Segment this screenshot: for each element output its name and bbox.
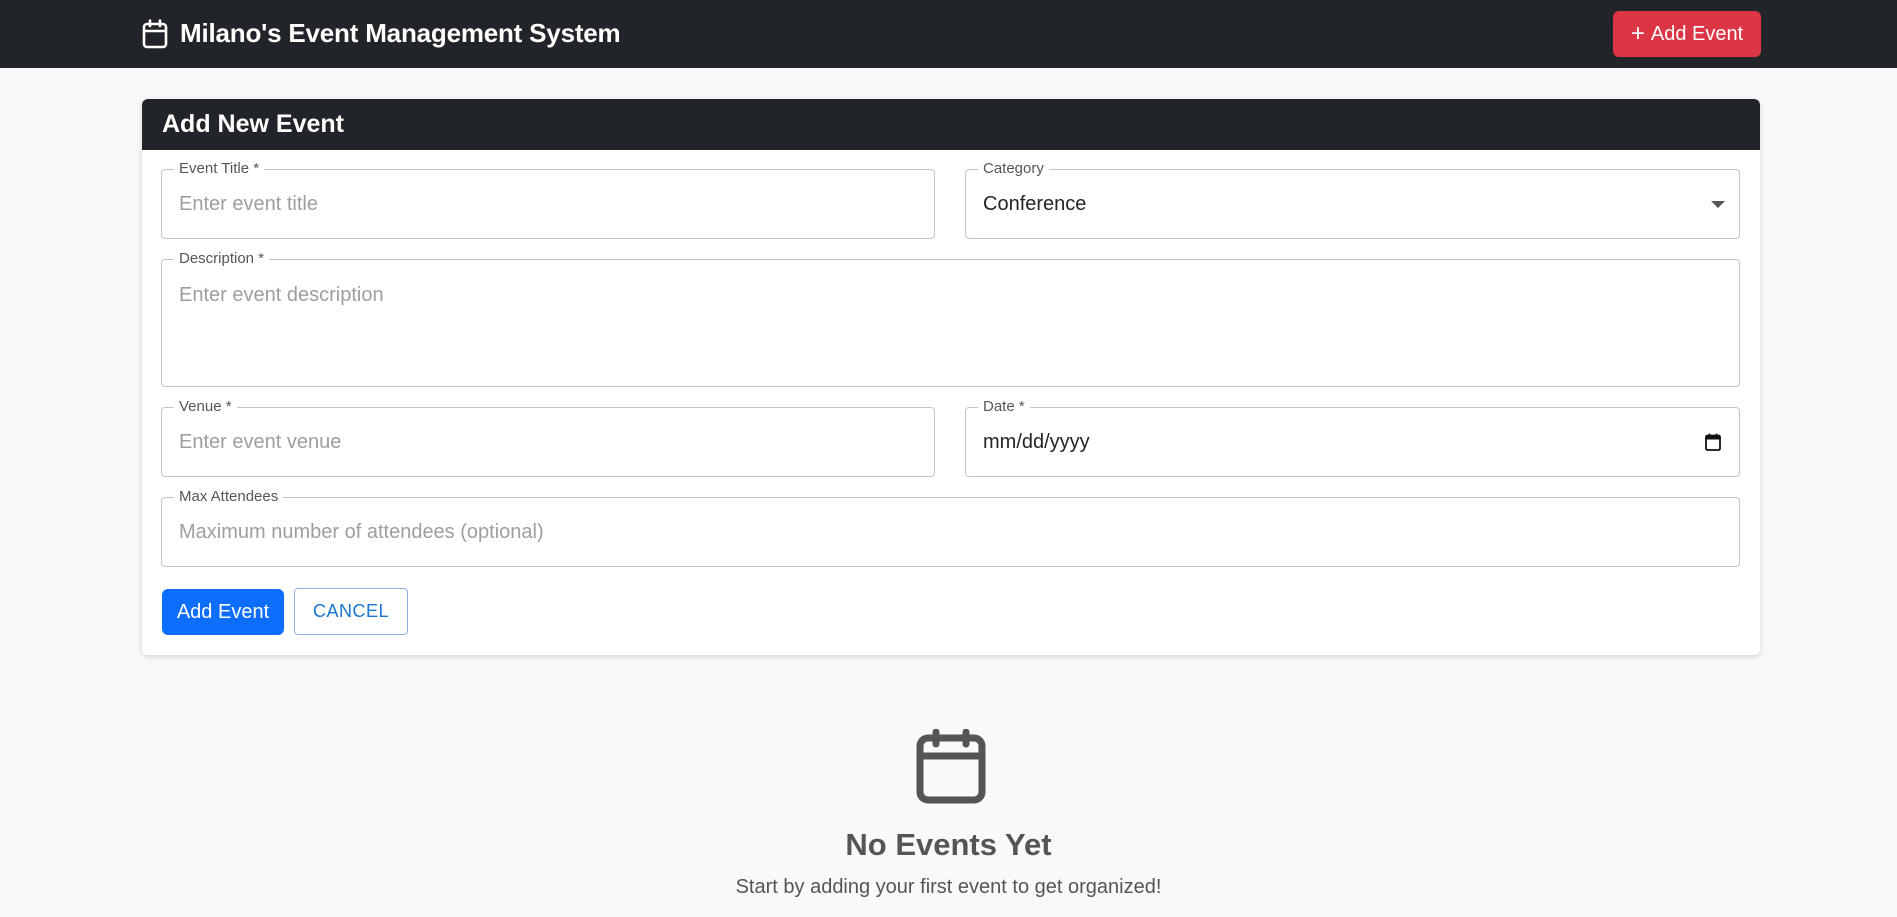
cancel-button[interactable]: CANCEL	[294, 588, 408, 635]
nav-add-event-label: Add Event	[1650, 22, 1744, 45]
calendar-icon	[142, 18, 168, 48]
calendar-picker-icon[interactable]	[1705, 433, 1721, 451]
date-input[interactable]: mm/dd/yyyy	[983, 408, 1722, 476]
submit-add-event-button[interactable]: Add Event	[162, 589, 284, 635]
category-value: Conference	[983, 192, 1087, 215]
add-event-card: Add New Event Event Title * Enter event …	[142, 99, 1760, 655]
calendar-icon	[916, 729, 986, 804]
category-select[interactable]: Category Conference	[965, 160, 1740, 239]
brand[interactable]: Milano's Event Management System	[142, 18, 621, 49]
description-textarea[interactable]: Enter event description	[179, 260, 1722, 386]
brand-title: Milano's Event Management System	[180, 18, 621, 48]
description-field[interactable]: Description * Enter event description	[161, 250, 1740, 387]
navbar: Milano's Event Management System + Add E…	[0, 0, 1897, 68]
empty-state-title: No Events Yet	[845, 827, 1052, 862]
date-field[interactable]: Date * mm/dd/yyyy	[965, 398, 1740, 477]
card-title: Add New Event	[142, 99, 1760, 150]
nav-add-event-button[interactable]: + Add Event	[1613, 11, 1761, 57]
caret-down-icon[interactable]	[1711, 201, 1725, 208]
event-title-input[interactable]: Enter event title	[179, 170, 917, 238]
venue-field[interactable]: Venue * Enter event venue	[161, 398, 935, 477]
max-attendees-input[interactable]: Maximum number of attendees (optional)	[179, 498, 1722, 566]
empty-state-message: Start by adding your first event to get …	[735, 876, 1162, 898]
max-attendees-field[interactable]: Max Attendees Maximum number of attendee…	[161, 488, 1740, 567]
event-title-field[interactable]: Event Title * Enter event title	[161, 160, 935, 239]
venue-input[interactable]: Enter event venue	[179, 408, 917, 476]
plus-icon: +	[1630, 20, 1645, 47]
